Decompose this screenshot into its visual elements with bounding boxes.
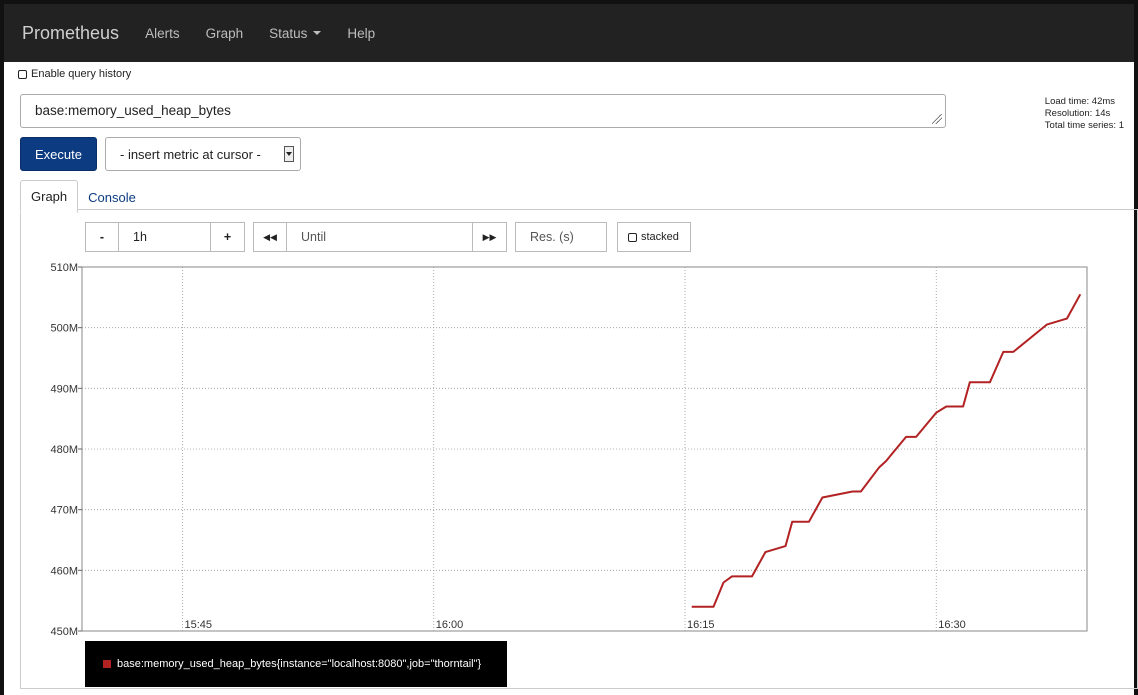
tab-graph[interactable]: Graph xyxy=(20,180,79,213)
x-tick-label: 16:00 xyxy=(436,619,464,631)
y-tick-label: 510M xyxy=(50,262,78,274)
legend-series-label: base:memory_used_heap_bytes{instance="lo… xyxy=(117,658,482,670)
y-tick-label: 470M xyxy=(50,505,78,517)
graph-chart[interactable]: 450M 460M 470M 480M 490M 500M 510M 15:45 16:00 16… xyxy=(4,0,1134,695)
y-tick-label: 490M xyxy=(50,383,78,395)
y-tick-label: 450M xyxy=(50,626,78,638)
y-tick-label: 480M xyxy=(50,444,78,456)
chart-legend: base:memory_used_heap_bytes{instance="lo… xyxy=(85,641,507,687)
x-tick-label: 15:45 xyxy=(185,619,213,631)
y-tick-label: 460M xyxy=(50,565,78,577)
x-tick-label: 16:30 xyxy=(938,619,966,631)
legend-swatch xyxy=(103,660,111,668)
series-line xyxy=(691,293,1082,608)
x-tick-label: 16:15 xyxy=(687,619,715,631)
y-tick-label: 500M xyxy=(50,323,78,335)
